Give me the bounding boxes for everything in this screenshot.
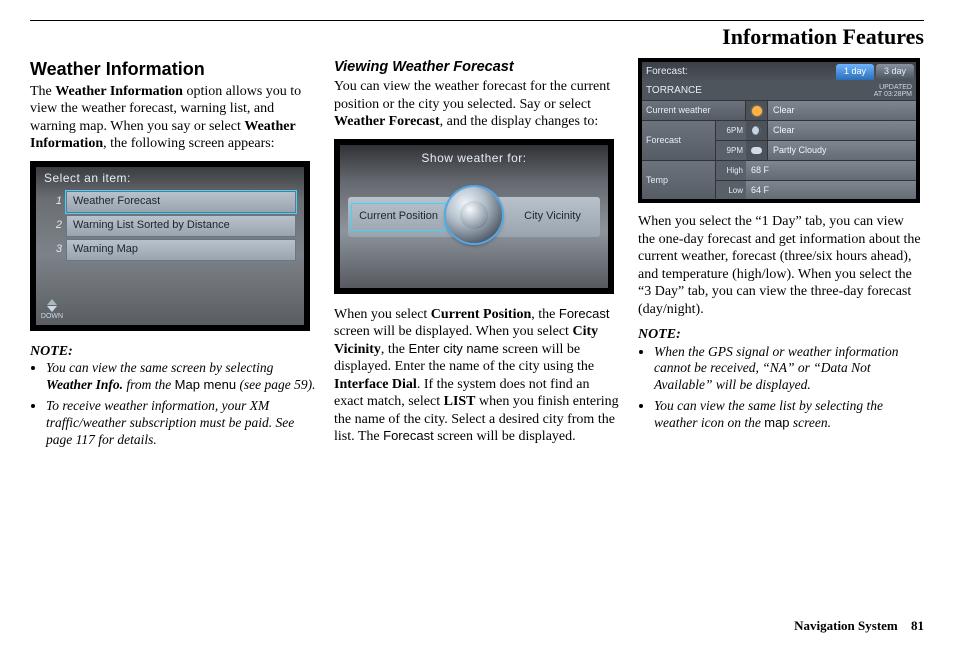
show-weather-screenshot: Show weather for: Current Position City … bbox=[334, 139, 614, 294]
column-3: Forecast: 1 day 3 day TORRANCE UPDATED A… bbox=[638, 58, 924, 454]
forecast-header: Forecast: 1 day 3 day bbox=[642, 62, 916, 82]
forecast-updated: UPDATED AT 03:28PM bbox=[874, 84, 912, 98]
item-warning-list[interactable]: Warning List Sorted by Distance bbox=[66, 215, 296, 237]
viewing-forecast-detail: When you select Current Position, the Fo… bbox=[334, 306, 620, 446]
note-label-2: NOTE: bbox=[638, 326, 924, 344]
viewing-forecast-heading: Viewing Weather Forecast bbox=[334, 58, 620, 76]
tab-3day[interactable]: 3 day bbox=[876, 64, 914, 80]
note-list-1: You can view the same screen by selectin… bbox=[30, 360, 316, 448]
list-index-2: 2 bbox=[44, 219, 62, 233]
content-columns: Weather Information The Weather Informat… bbox=[30, 58, 924, 454]
forecast-title: Forecast: bbox=[642, 66, 836, 79]
tab-1day[interactable]: 1 day bbox=[836, 64, 874, 80]
scroll-down-icon[interactable]: DOWN bbox=[45, 299, 59, 315]
row-current-weather: Current weather Clear bbox=[642, 100, 916, 120]
forecast-city: TORRANCE bbox=[646, 85, 702, 98]
column-1: Weather Information The Weather Informat… bbox=[30, 58, 316, 454]
note-2b: You can view the same list by selecting … bbox=[654, 398, 924, 432]
note-2a: When the GPS signal or weather informati… bbox=[654, 344, 924, 395]
page-footer: Navigation System 81 bbox=[794, 618, 924, 634]
note-1b: To receive weather information, your XM … bbox=[46, 398, 316, 449]
select-item-screenshot: Select an item: 1 2 3 Weather Forecast W… bbox=[30, 161, 310, 331]
row-forecast: Forecast 6PM 9PM Clear bbox=[642, 120, 916, 160]
forecast-grid: Current weather Clear Forecast 6PM 9PM bbox=[642, 100, 916, 199]
weather-info-heading: Weather Information bbox=[30, 58, 316, 81]
forecast-screenshot: Forecast: 1 day 3 day TORRANCE UPDATED A… bbox=[638, 58, 920, 203]
weather-info-intro: The Weather Information option allows yo… bbox=[30, 83, 316, 153]
page-header: Information Features bbox=[30, 24, 924, 50]
footer-label: Navigation System bbox=[794, 618, 898, 633]
forecast-subheader: TORRANCE UPDATED AT 03:28PM bbox=[642, 82, 916, 100]
viewing-forecast-intro: You can view the weather forecast for th… bbox=[334, 78, 620, 131]
row-temp: Temp High Low 68 F 64 F bbox=[642, 160, 916, 199]
select-item-title: Select an item: bbox=[44, 171, 131, 186]
show-weather-title: Show weather for: bbox=[340, 151, 608, 166]
column-2: Viewing Weather Forecast You can view th… bbox=[334, 58, 620, 454]
cloud-icon bbox=[746, 140, 768, 160]
note-label-1: NOTE: bbox=[30, 343, 316, 361]
item-warning-map[interactable]: Warning Map bbox=[66, 239, 296, 261]
list-index-3: 3 bbox=[44, 243, 62, 257]
list-index-1: 1 bbox=[44, 195, 62, 209]
option-city-vicinity[interactable]: City Vicinity bbox=[505, 210, 600, 224]
moon-icon bbox=[746, 120, 768, 140]
sun-icon bbox=[746, 100, 768, 120]
interface-dial-icon[interactable] bbox=[446, 187, 502, 243]
forecast-explainer: When you select the “1 Day” tab, you can… bbox=[638, 213, 924, 318]
item-weather-forecast[interactable]: Weather Forecast bbox=[66, 191, 296, 213]
top-rule bbox=[30, 20, 924, 21]
page-number: 81 bbox=[911, 618, 924, 633]
note-list-2: When the GPS signal or weather informati… bbox=[638, 344, 924, 432]
note-1a: You can view the same screen by selectin… bbox=[46, 360, 316, 394]
option-current-position[interactable]: Current Position bbox=[351, 203, 446, 231]
